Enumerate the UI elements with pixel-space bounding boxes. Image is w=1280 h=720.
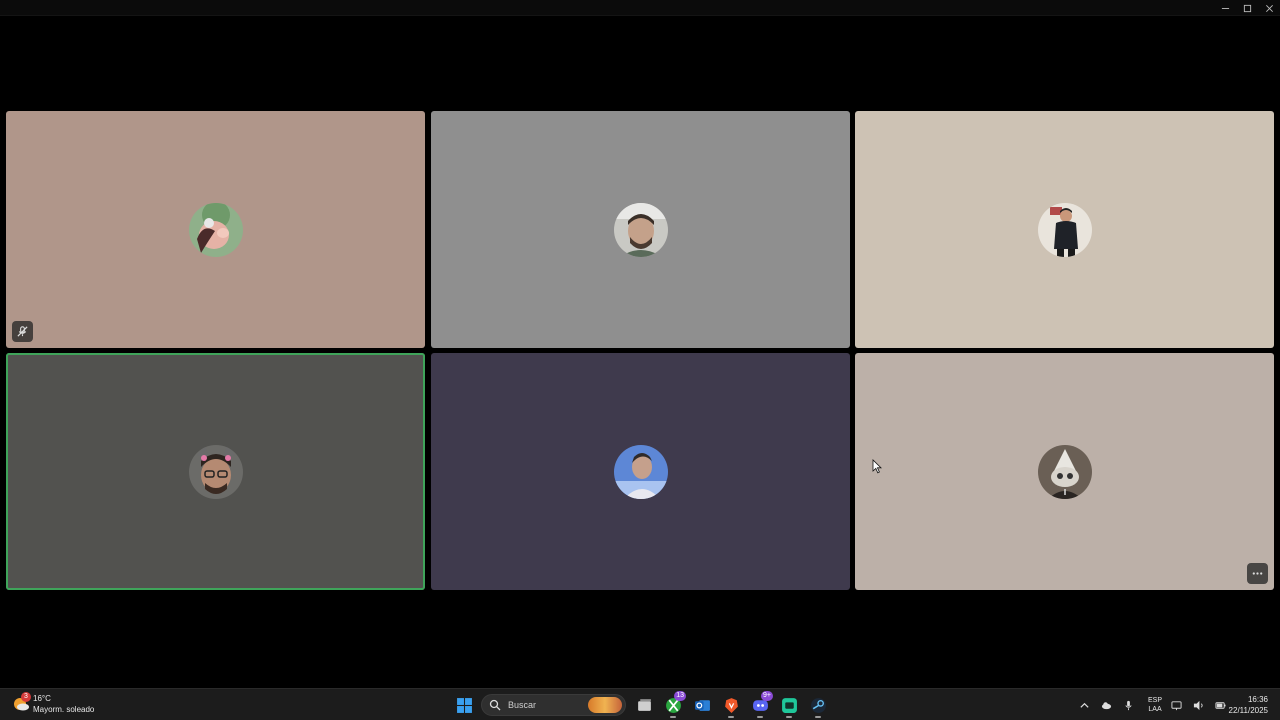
close-button[interactable] bbox=[1258, 0, 1280, 16]
outlook-app-button[interactable] bbox=[690, 693, 714, 717]
keyboard-layout: LAA bbox=[1148, 706, 1162, 713]
video-tile-6[interactable] bbox=[855, 353, 1274, 590]
discord-badge: 9+ bbox=[761, 691, 773, 701]
battery-icon bbox=[1214, 701, 1226, 709]
green-app-button[interactable] bbox=[777, 693, 801, 718]
xbox-app-button[interactable]: 13 bbox=[661, 691, 686, 718]
weather-widget[interactable]: 3 16°C Mayorm. soleado bbox=[12, 692, 94, 715]
video-tile-5[interactable] bbox=[431, 353, 850, 590]
steam-icon bbox=[810, 697, 826, 713]
outlook-icon bbox=[694, 699, 710, 711]
green-app-icon bbox=[781, 697, 797, 713]
steam-app-button[interactable] bbox=[806, 693, 830, 718]
maximize-icon bbox=[1243, 4, 1251, 12]
search-icon bbox=[489, 699, 501, 711]
participant-2-avatar bbox=[613, 202, 668, 257]
search-highlight-image bbox=[588, 697, 622, 713]
brave-icon bbox=[724, 697, 738, 713]
system-clock[interactable]: 16:36 22/11/2025 bbox=[1229, 694, 1268, 716]
network-icon bbox=[1170, 700, 1182, 710]
microphone-button[interactable] bbox=[1120, 697, 1136, 713]
chevron-up-icon bbox=[1079, 702, 1089, 708]
meeting-window: 3 16°C Mayorm. soleado Buscar 13 9+ ESP … bbox=[0, 0, 1280, 720]
task-view-button[interactable] bbox=[632, 693, 656, 717]
weather-text: 16°C Mayorm. soleado bbox=[33, 693, 94, 715]
video-tile-3[interactable] bbox=[855, 111, 1274, 348]
video-tile-2[interactable] bbox=[431, 111, 850, 348]
participant-5-avatar bbox=[613, 444, 668, 499]
volume-button[interactable] bbox=[1190, 697, 1206, 713]
video-tile-4-active-speaker[interactable] bbox=[6, 353, 425, 590]
participant-1-avatar bbox=[188, 202, 243, 257]
windows-icon bbox=[456, 697, 472, 713]
cloud-sync-button[interactable] bbox=[1098, 697, 1114, 713]
network-button[interactable] bbox=[1168, 697, 1184, 713]
maximize-button[interactable] bbox=[1236, 0, 1258, 16]
search-placeholder: Buscar bbox=[508, 700, 537, 710]
system-tray: ESP LAA bbox=[1076, 693, 1234, 717]
microphone-icon bbox=[1124, 700, 1132, 710]
mic-muted-indicator bbox=[12, 321, 33, 342]
weather-badge: 3 bbox=[21, 692, 31, 702]
mouse-cursor-icon bbox=[872, 459, 882, 474]
close-icon bbox=[1265, 4, 1273, 12]
speaker-icon bbox=[1193, 700, 1203, 710]
battery-button[interactable] bbox=[1212, 697, 1228, 713]
start-button[interactable] bbox=[452, 693, 476, 717]
participant-3-avatar bbox=[1037, 202, 1092, 257]
clock-time: 16:36 bbox=[1247, 695, 1268, 704]
window-controls bbox=[1214, 0, 1280, 16]
weather-temperature: 16°C bbox=[33, 694, 51, 703]
sun-cloud-icon: 3 bbox=[12, 692, 31, 713]
taskbar-search[interactable]: Buscar bbox=[481, 694, 626, 716]
participant-4-avatar bbox=[188, 444, 243, 499]
title-bar bbox=[0, 0, 1280, 16]
task-view-icon bbox=[637, 698, 651, 711]
video-tile-1[interactable] bbox=[6, 111, 425, 348]
mic-off-icon bbox=[17, 326, 28, 337]
input-language[interactable]: ESP LAA bbox=[1148, 696, 1162, 714]
clock-date: 22/11/2025 bbox=[1228, 706, 1268, 715]
taskbar-apps: Buscar 13 9+ bbox=[452, 691, 835, 718]
xbox-badge: 13 bbox=[674, 691, 686, 701]
show-hidden-icons-button[interactable] bbox=[1076, 697, 1092, 713]
minimize-button[interactable] bbox=[1214, 0, 1236, 16]
discord-app-button[interactable]: 9+ bbox=[748, 691, 773, 718]
brave-app-button[interactable] bbox=[719, 693, 743, 718]
minimize-icon bbox=[1221, 7, 1229, 9]
more-options-button[interactable] bbox=[1247, 563, 1268, 584]
windows-taskbar: 3 16°C Mayorm. soleado Buscar 13 9+ ESP … bbox=[0, 688, 1280, 720]
participant-6-avatar bbox=[1037, 444, 1092, 499]
cloud-icon bbox=[1101, 701, 1111, 709]
more-horizontal-icon bbox=[1252, 572, 1263, 575]
language-code: ESP bbox=[1148, 697, 1163, 704]
weather-condition: Mayorm. soleado bbox=[33, 705, 95, 714]
